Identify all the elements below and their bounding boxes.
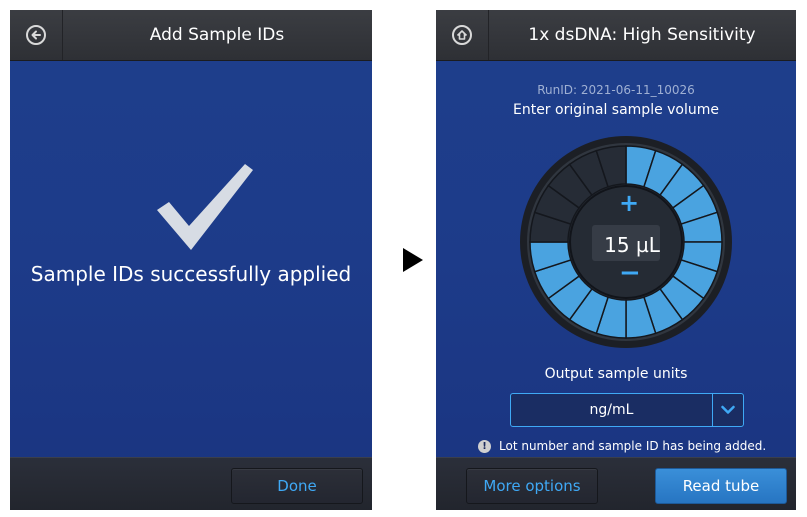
- increase-volume-button[interactable]: +: [619, 191, 639, 215]
- read-tube-button[interactable]: Read tube: [655, 468, 787, 504]
- notice-text: Lot number and sample ID has being added…: [499, 439, 767, 453]
- checkmark-icon: [155, 160, 255, 258]
- top-bar: Add Sample IDs: [10, 10, 372, 61]
- run-id: RunID: 2021-06-11_10026: [537, 83, 695, 97]
- more-options-button[interactable]: More options: [466, 468, 598, 504]
- bottom-bar: Done: [10, 457, 372, 510]
- decrease-volume-button[interactable]: −: [619, 260, 641, 286]
- success-message: Sample IDs successfully applied: [30, 262, 352, 286]
- home-circle-icon: [452, 25, 472, 45]
- home-button[interactable]: [436, 10, 489, 60]
- add-sample-ids-screen: Add Sample IDs Sample IDs successfully a…: [10, 10, 372, 510]
- sample-volume-screen: 1x dsDNA: High Sensitivity RunID: 2021-0…: [436, 10, 796, 510]
- done-button[interactable]: Done: [231, 468, 363, 504]
- output-units-label: Output sample units: [544, 366, 688, 382]
- status-notice: ! Lot number and sample ID has being add…: [478, 439, 766, 453]
- next-step-arrow-icon: [401, 247, 425, 277]
- output-units-value: ng/mL: [589, 402, 634, 418]
- chevron-down-icon[interactable]: [712, 394, 743, 426]
- bottom-bar: More options Read tube: [436, 457, 796, 510]
- volume-prompt: Enter original sample volume: [512, 102, 720, 118]
- page-title: 1x dsDNA: High Sensitivity: [528, 25, 756, 45]
- arrow-left-circle-icon: [26, 25, 46, 45]
- output-units-select[interactable]: ng/mL: [510, 393, 744, 427]
- page-title: Add Sample IDs: [149, 25, 285, 45]
- back-button[interactable]: [10, 10, 63, 60]
- top-bar: 1x dsDNA: High Sensitivity: [436, 10, 796, 61]
- info-icon: !: [478, 439, 491, 453]
